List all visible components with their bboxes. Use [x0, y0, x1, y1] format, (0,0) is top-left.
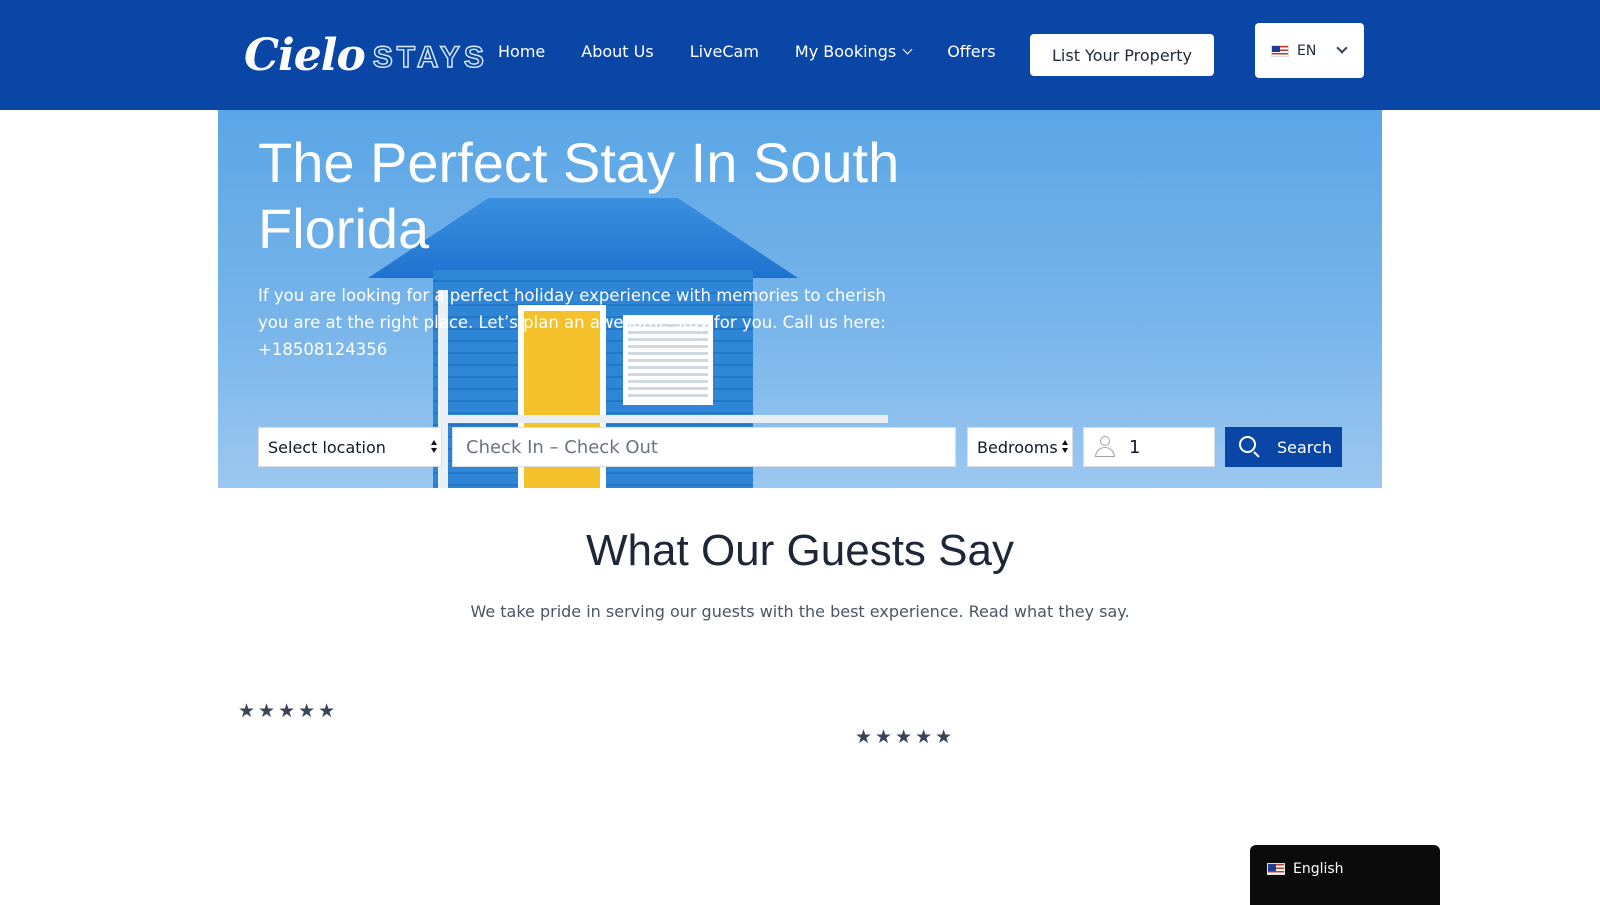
date-range-input[interactable]: Check In – Check Out [452, 427, 956, 467]
hero-title: The Perfect Stay In South Florida [258, 131, 900, 260]
logo-word: STAYS [372, 40, 488, 74]
us-flag-icon [1267, 863, 1285, 875]
search-button[interactable]: Search [1225, 427, 1342, 467]
list-property-button[interactable]: List Your Property [1030, 34, 1214, 76]
logo[interactable]: Cielo STAYS [244, 20, 488, 90]
lifeguard-tower-rail [448, 415, 888, 423]
language-switcher-widget[interactable]: English [1250, 845, 1440, 905]
star-rating: ★★★★★ [238, 700, 339, 722]
us-flag-icon [1271, 44, 1289, 57]
logo-script: Cielo [244, 29, 366, 81]
select-arrows-icon [1062, 440, 1068, 456]
location-select-value: Select location [268, 437, 386, 457]
search-icon [1239, 436, 1261, 458]
bedrooms-select-value: Bedrooms [977, 437, 1058, 457]
hero-banner: The Perfect Stay In South Florida If you… [218, 110, 1382, 488]
nav-livecam[interactable]: LiveCam [690, 42, 759, 61]
hero-description: If you are looking for a perfect holiday… [258, 286, 886, 359]
testimonials-title: What Our Guests Say [586, 526, 1014, 575]
location-select[interactable]: Select location [258, 427, 442, 467]
chevron-down-icon [902, 44, 913, 55]
nav-offers[interactable]: Offers [947, 42, 995, 61]
nav-my-bookings[interactable]: My Bookings [794, 42, 913, 61]
nav-my-bookings-label: My Bookings [794, 42, 897, 61]
nav-about-us[interactable]: About Us [581, 42, 653, 61]
star-rating: ★★★★★ [855, 726, 956, 748]
testimonials-subtitle: We take pride in serving our guests with… [470, 602, 1130, 621]
search-button-label: Search [1277, 437, 1332, 457]
site-header: Cielo STAYS Home About Us LiveCam My Boo… [0, 0, 1600, 110]
nav-home[interactable]: Home [498, 42, 545, 61]
user-icon [1095, 436, 1115, 458]
guests-value: 1 [1129, 436, 1141, 458]
select-arrows-icon [431, 440, 437, 456]
chevron-down-icon [1336, 42, 1348, 54]
language-widget-label: English [1293, 861, 1344, 877]
language-selector[interactable]: EN [1255, 23, 1364, 78]
bedrooms-select[interactable]: Bedrooms [967, 427, 1073, 467]
main-nav: Home About Us LiveCam My Bookings Offers [498, 42, 996, 61]
language-code: EN [1297, 42, 1317, 59]
guests-input[interactable]: 1 [1083, 427, 1215, 467]
